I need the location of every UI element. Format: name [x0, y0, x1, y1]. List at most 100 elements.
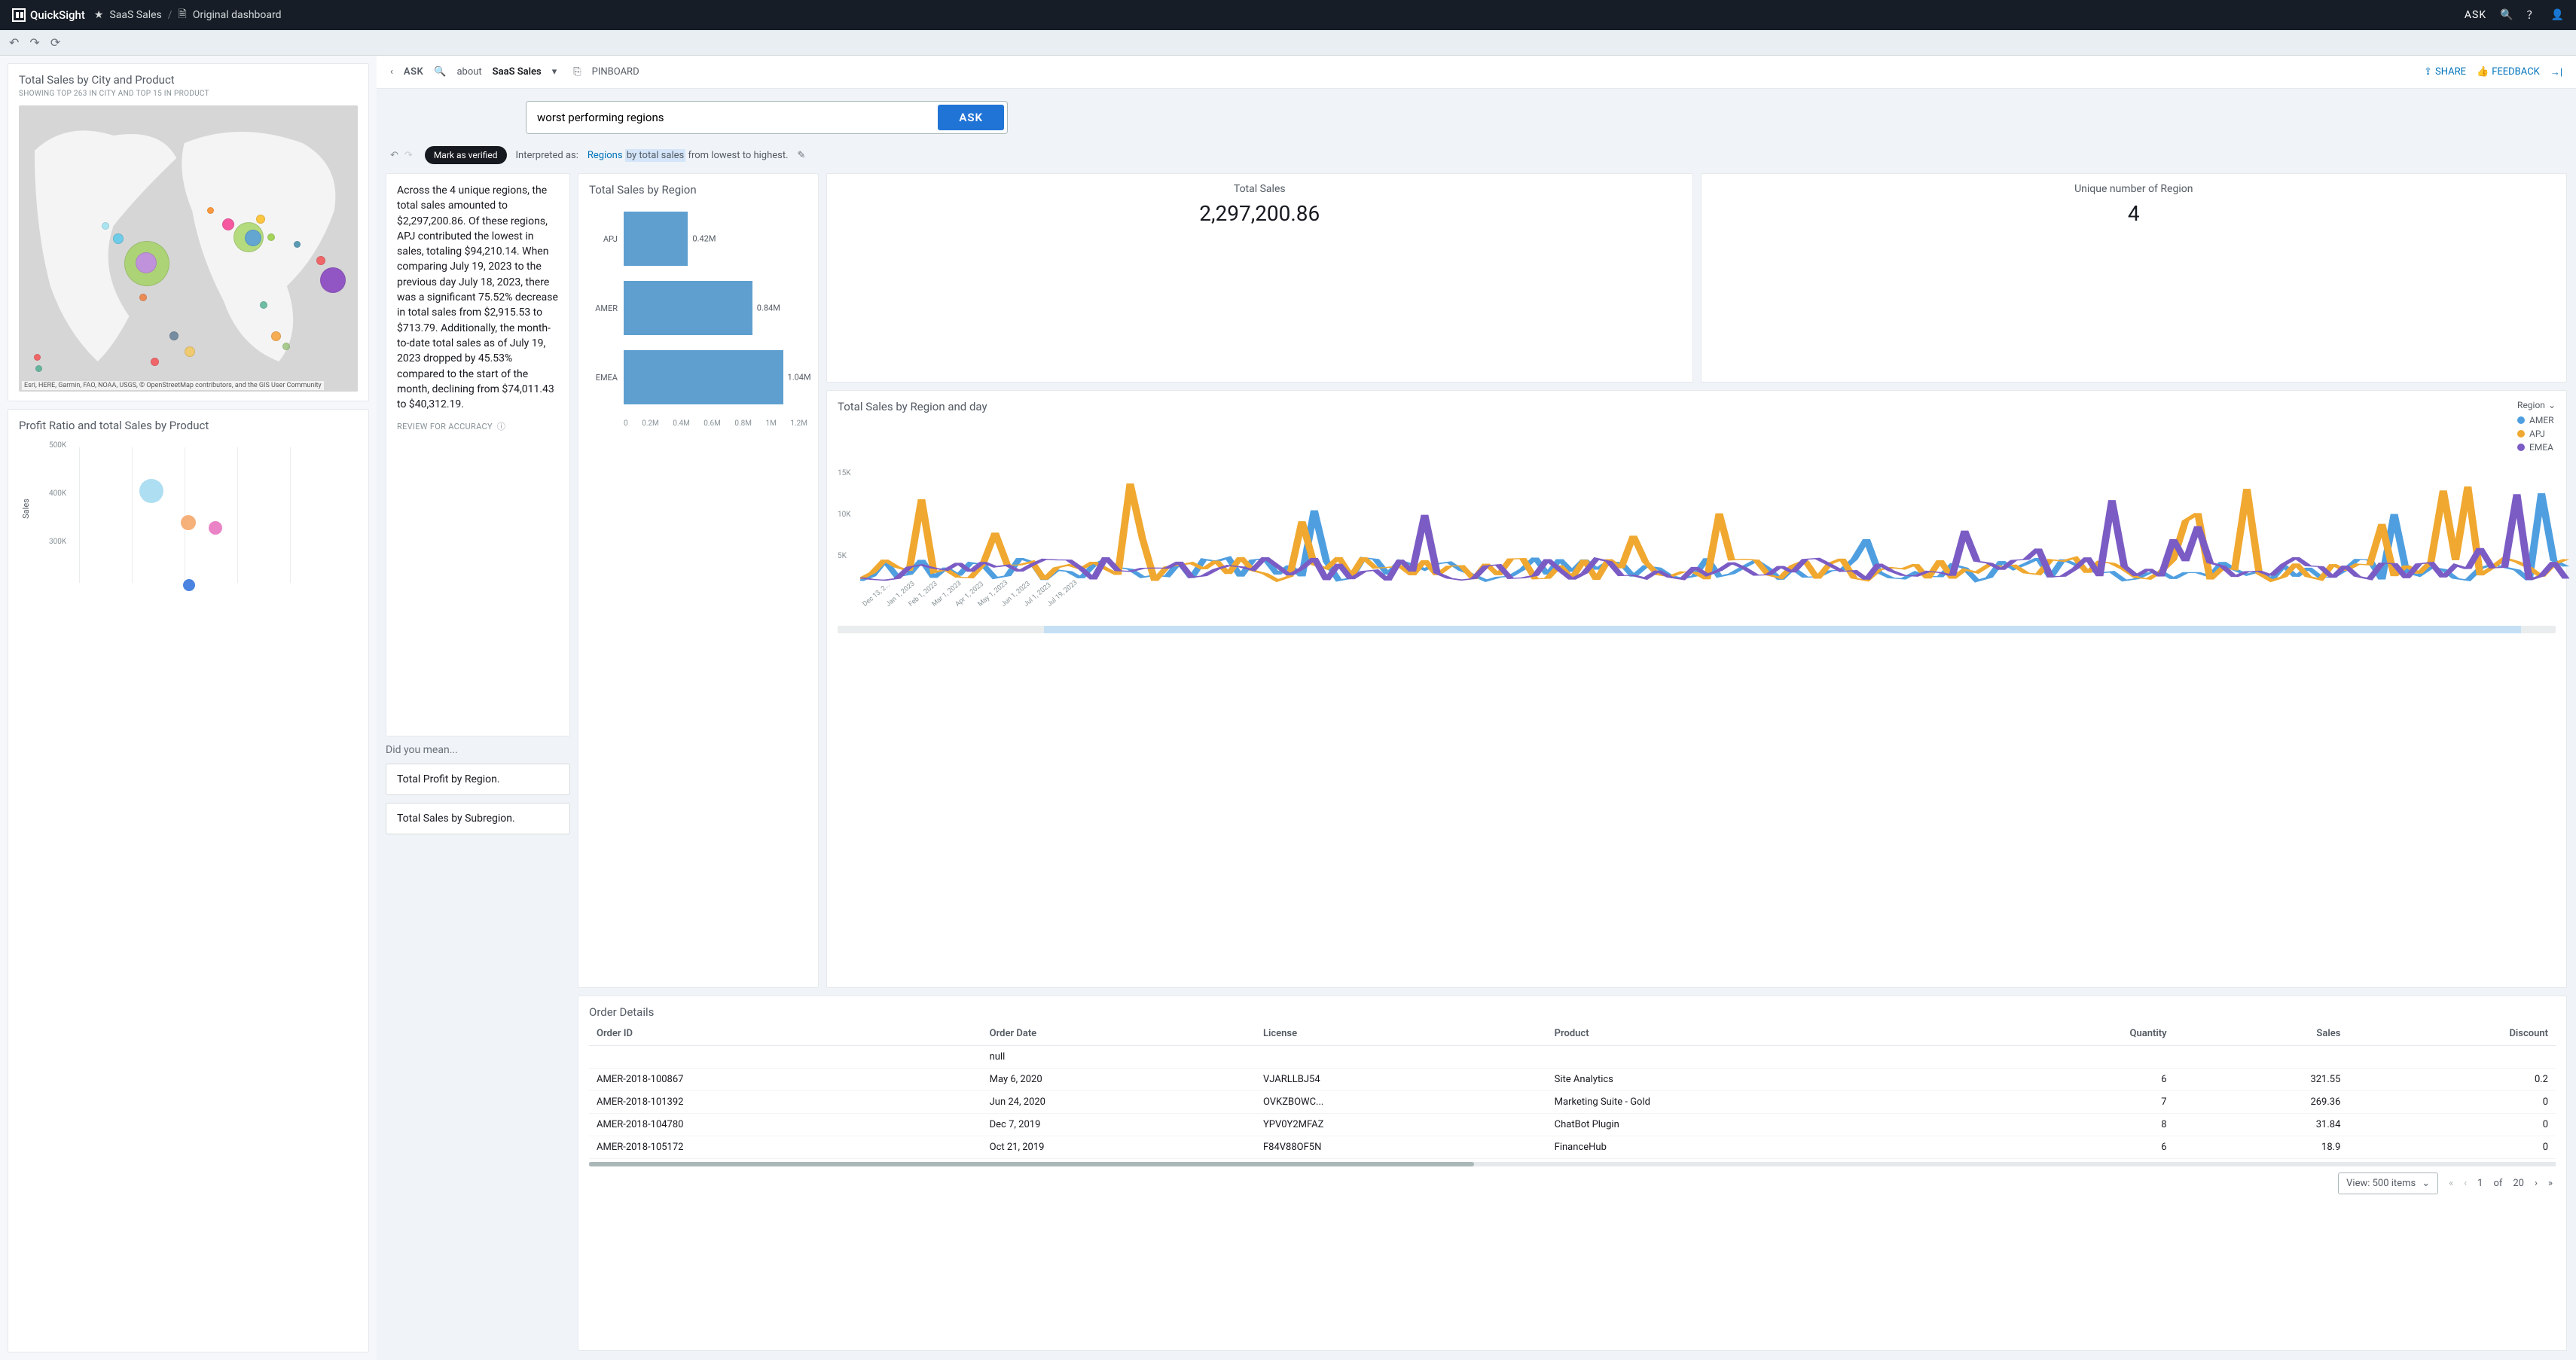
ytick: 300K [49, 538, 66, 546]
table-row[interactable]: AMER-2018-100867May 6, 2020VJARLLBJ54Sit… [589, 1069, 2556, 1091]
table-row[interactable]: null [589, 1046, 2556, 1069]
breadcrumb: ★ SaaS Sales / 🗎 Original dashboard [94, 6, 282, 24]
back-label[interactable]: ASK [404, 66, 423, 78]
interp-metric[interactable]: by total sales [625, 149, 685, 162]
undo-icon[interactable]: ↶ [9, 35, 19, 50]
dym-label: Did you mean... [386, 744, 570, 756]
close-icon[interactable]: →| [2550, 66, 2562, 78]
q-undo-icon[interactable]: ↶ [390, 150, 398, 161]
bar-cat: APJ [589, 234, 624, 244]
user-icon[interactable]: 👤 [2551, 9, 2564, 21]
line-chart[interactable]: Total Sales by Region and day Region ⌄ A… [826, 390, 2567, 989]
table-col[interactable]: Quantity [1974, 1022, 2175, 1046]
table-col[interactable]: Order Date [982, 1022, 1256, 1046]
kpi-label: Total Sales [838, 183, 1682, 195]
order-table[interactable]: Order Details Order IDOrder DateLicenseP… [578, 996, 2567, 1351]
breadcrumb-doc[interactable]: Original dashboard [193, 9, 282, 21]
legend-item[interactable]: EMEA [2517, 442, 2556, 453]
interpretation-row: ↶ ↷ Mark as verified Interpreted as: Reg… [377, 142, 2576, 173]
table-col[interactable]: Discount [2348, 1022, 2556, 1046]
page-current: 1 [2477, 1178, 2483, 1189]
legend-dot [2517, 430, 2525, 438]
line-legend[interactable]: Region ⌄ AMER APJ EMEA [2517, 400, 2556, 456]
legend-title: Region [2517, 400, 2545, 410]
legend-dot [2517, 444, 2525, 451]
page-first-icon[interactable]: « [2449, 1178, 2453, 1189]
bar-row[interactable]: APJ 0.42M [589, 212, 807, 266]
line-ytick: 5K [838, 552, 847, 560]
interp-regions[interactable]: Regions [588, 150, 623, 161]
topic-name[interactable]: SaaS Sales [493, 66, 542, 78]
legend-item[interactable]: AMER [2517, 415, 2556, 425]
table-row[interactable]: AMER-2018-104780Dec 7, 2019YPV0Y2MFAZCha… [589, 1114, 2556, 1136]
bar-chart[interactable]: Total Sales by Region APJ 0.42M AMER 0.84… [578, 173, 819, 988]
bar-cat: AMER [589, 303, 624, 313]
line-ytick: 10K [838, 511, 851, 519]
map-visual[interactable]: Total Sales by City and Product SHOWING … [8, 63, 369, 401]
refresh-icon[interactable]: ⟳ [50, 35, 60, 50]
left-pane: Total Sales by City and Product SHOWING … [0, 56, 377, 1360]
search-icon[interactable]: 🔍 [2500, 9, 2513, 21]
q-header: ‹ ASK 🔍 about SaaS Sales ▾ ⎘ PINBOARD ⇪S… [377, 56, 2576, 89]
edit-icon[interactable]: ✎ [798, 150, 806, 161]
line-plot-area[interactable]: 15K10K5KDec 13, 2...Jan 1, 2023Feb 1, 20… [838, 462, 2556, 605]
pin-icon[interactable]: ⎘ [573, 66, 581, 78]
redo-icon[interactable]: ↷ [29, 35, 39, 50]
legend-dot [2517, 416, 2525, 424]
scatter-ylabel: Sales [21, 499, 31, 519]
q-redo-icon[interactable]: ↷ [404, 150, 413, 161]
bar-x-axis: 00.2M0.4M0.6M0.8M1M1.2M [589, 419, 807, 428]
narrative-text: Across the 4 unique regions, the total s… [397, 183, 559, 412]
back-icon[interactable]: ‹ [390, 66, 393, 78]
scatter-title: Profit Ratio and total Sales by Product [19, 419, 358, 432]
table-col[interactable]: License [1256, 1022, 1547, 1046]
table-col[interactable]: Order ID [589, 1022, 982, 1046]
chevron-down-icon[interactable]: ▾ [552, 66, 557, 78]
star-icon[interactable]: ★ [94, 9, 104, 21]
help-icon[interactable]: ？ [2527, 8, 2538, 23]
ask-input[interactable] [526, 102, 935, 133]
page-last-icon[interactable]: » [2548, 1178, 2553, 1189]
view-dropdown[interactable]: View: 500 items⌄ [2338, 1172, 2438, 1194]
feedback-link[interactable]: 👍FEEDBACK [2477, 66, 2540, 78]
app-logo[interactable]: QuickSight [12, 8, 85, 22]
scatter-visual[interactable]: Profit Ratio and total Sales by Product … [8, 409, 369, 1352]
map-attribution: Esri, HERE, Garmin, FAO, NOAA, USGS, © O… [22, 381, 324, 390]
map-title: Total Sales by City and Product [19, 73, 358, 87]
pinboard-label[interactable]: PINBOARD [592, 66, 639, 78]
bar-title: Total Sales by Region [589, 183, 807, 197]
review-accuracy[interactable]: REVIEW FOR ACCURACY ⓘ [397, 421, 559, 433]
share-icon: ⇪ [2424, 66, 2432, 78]
table-row[interactable]: AMER-2018-101392Jun 24, 2020OVKZBOWC...M… [589, 1091, 2556, 1114]
map-canvas[interactable]: Esri, HERE, Garmin, FAO, NOAA, USGS, © O… [19, 105, 358, 392]
page-prev-icon[interactable]: ‹ [2464, 1178, 2467, 1189]
table-col[interactable]: Product [1547, 1022, 1974, 1046]
kpi-region-count[interactable]: Unique number of Region 4 [1701, 173, 2568, 383]
quicksight-icon [12, 8, 26, 22]
share-link[interactable]: ⇪SHARE [2424, 66, 2466, 78]
dym-item[interactable]: Total Profit by Region. [386, 764, 570, 795]
table-h-scrollbar[interactable] [589, 1162, 2556, 1166]
page-next-icon[interactable]: › [2535, 1178, 2538, 1189]
bar-row[interactable]: AMER 0.84M [589, 281, 807, 335]
legend-item[interactable]: APJ [2517, 428, 2556, 439]
scatter-canvas[interactable]: Sales 500K 400K 300K [19, 440, 358, 598]
bar-row[interactable]: EMEA 1.04M [589, 350, 807, 404]
ask-button[interactable]: ASK [938, 105, 1004, 130]
kpi-total-sales[interactable]: Total Sales 2,297,200.86 [826, 173, 1693, 383]
breadcrumb-favorite[interactable]: SaaS Sales [109, 9, 161, 21]
info-icon: ⓘ [497, 421, 505, 433]
ask-bar: ASK [526, 101, 1008, 134]
bar-value: 1.04M [788, 373, 811, 383]
bar-value: 0.84M [757, 303, 780, 313]
table-col[interactable]: Sales [2175, 1022, 2349, 1046]
search-small-icon: 🔍 [434, 66, 446, 78]
dym-item[interactable]: Total Sales by Subregion. [386, 803, 570, 834]
table-row[interactable]: AMER-2018-105172Oct 21, 2019F84V88OF5NFi… [589, 1136, 2556, 1159]
bar-cat: EMEA [589, 373, 624, 383]
verify-button[interactable]: Mark as verified [425, 146, 507, 164]
topbar-ask[interactable]: ASK [2465, 9, 2486, 21]
time-scrollbar[interactable] [838, 626, 2556, 633]
chevron-down-icon: ⌄ [2422, 1178, 2430, 1189]
chevron-down-icon[interactable]: ⌄ [2548, 400, 2556, 410]
